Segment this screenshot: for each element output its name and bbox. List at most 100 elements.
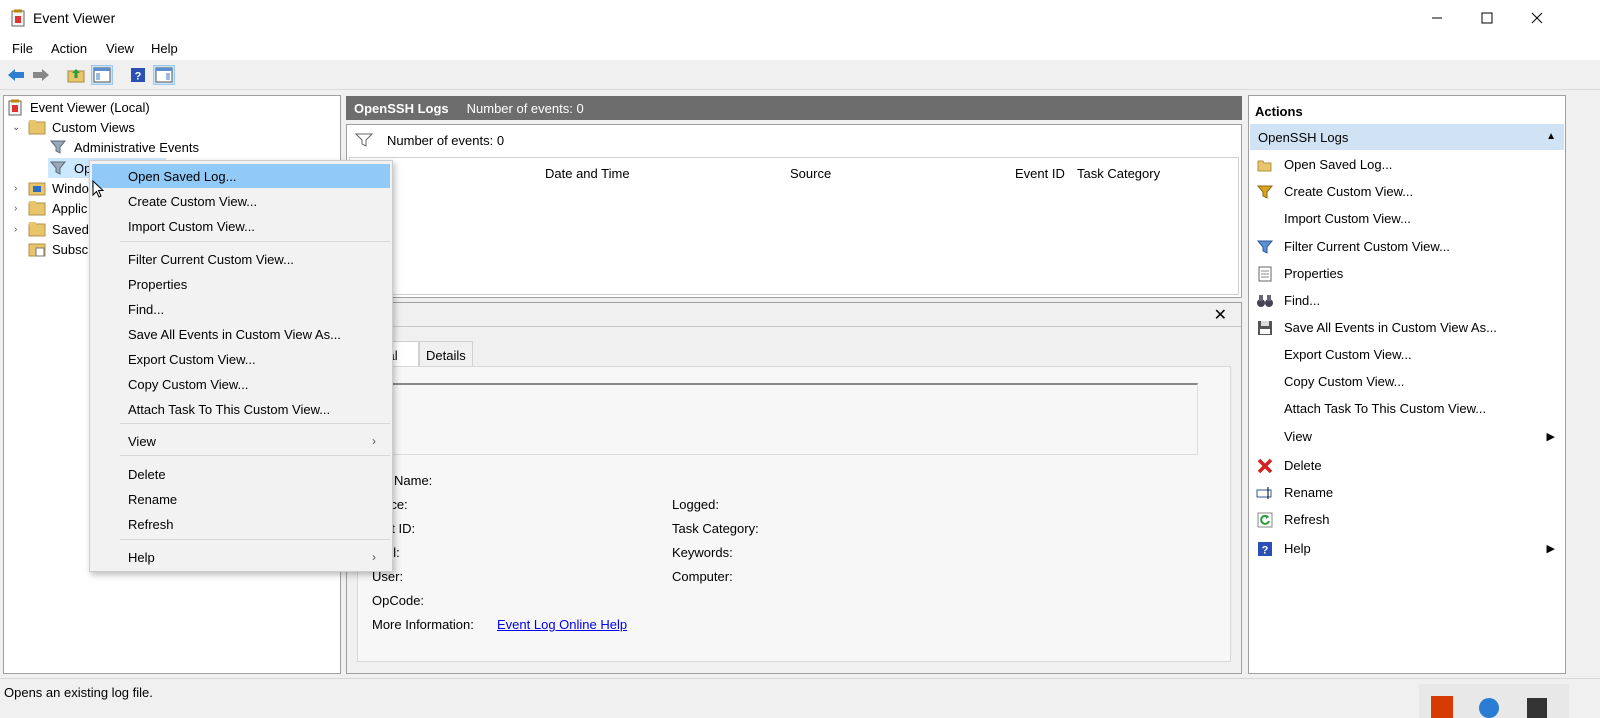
event-log-online-help-link[interactable]: Event Log Online Help [497, 617, 627, 632]
ctx-open-saved-log[interactable]: Open Saved Log... [92, 164, 390, 188]
maximize-button[interactable] [1462, 0, 1512, 36]
menu-item-label: Attach Task To This Custom View... [128, 401, 331, 417]
close-button[interactable] [1512, 0, 1562, 36]
action-properties[interactable]: Properties [1249, 260, 1565, 287]
chevron-right-icon[interactable]: › [14, 183, 24, 194]
ctx-refresh[interactable]: Refresh [92, 512, 390, 536]
action-delete[interactable]: Delete [1249, 452, 1565, 479]
action-export-custom-view[interactable]: Export Custom View... [1249, 341, 1565, 368]
ctx-copy-custom-view[interactable]: Copy Custom View... [92, 372, 390, 396]
tree-item-custom-views[interactable]: Custom Views [28, 117, 135, 137]
ctx-properties[interactable]: Properties [92, 272, 390, 296]
taskbar-app-icon[interactable] [1479, 698, 1499, 718]
show-hide-tree-button[interactable] [91, 65, 113, 85]
action-rename[interactable]: Rename [1249, 479, 1565, 506]
ctx-rename[interactable]: Rename [92, 487, 390, 511]
chevron-right-icon: › [372, 550, 376, 564]
ctx-view[interactable]: View › [92, 429, 390, 453]
ctx-save-all-events[interactable]: Save All Events in Custom View As... [92, 322, 390, 346]
action-save-all-events[interactable]: Save All Events in Custom View As... [1249, 314, 1565, 341]
ctx-help[interactable]: Help › [92, 545, 390, 569]
action-open-saved-log[interactable]: Open Saved Log... [1249, 151, 1565, 178]
folder-icon [28, 222, 46, 237]
taskbar-fragment [1419, 684, 1569, 718]
tab-details[interactable]: Details [419, 341, 473, 367]
details-header: ✕ [347, 303, 1241, 327]
ctx-find[interactable]: Find... [92, 297, 390, 321]
menu-file[interactable]: File [12, 41, 33, 56]
action-create-custom-view[interactable]: Create Custom View... [1249, 178, 1565, 205]
ctx-delete[interactable]: Delete [92, 462, 390, 486]
actions-pane: Actions OpenSSH Logs ▲ Open Saved Log...… [1248, 95, 1566, 674]
action-label: View [1284, 429, 1312, 444]
event-count: Number of events: 0 [466, 100, 584, 116]
folder-up-icon [67, 69, 85, 83]
log-name-label: Name: [394, 473, 433, 488]
taskbar-app-icon[interactable] [1527, 698, 1547, 718]
tree-item-event-viewer-local[interactable]: Event Viewer (Local) [8, 97, 150, 117]
menu-item-label: Save All Events in Custom View As... [128, 326, 341, 342]
column-header-task-category[interactable]: Task Category [1077, 166, 1160, 181]
close-details-icon[interactable]: ✕ [1214, 305, 1227, 325]
menu-item-label: Open Saved Log... [128, 168, 237, 184]
up-folder-button[interactable] [65, 65, 87, 85]
menu-item-label: Filter Current Custom View... [128, 251, 294, 267]
back-button[interactable] [5, 65, 27, 85]
action-help[interactable]: ? Help ▶ [1249, 535, 1565, 562]
ctx-export-custom-view[interactable]: Export Custom View... [92, 347, 390, 371]
minimize-button[interactable] [1412, 0, 1462, 36]
tree-label: Administrative Events [74, 139, 199, 155]
keywords-label: Keywords: [672, 545, 733, 560]
chevron-right-icon[interactable]: › [14, 203, 24, 214]
events-list-pane: Number of events: 0 Date and Time Source… [346, 124, 1242, 298]
column-header-source[interactable]: Source [790, 166, 831, 181]
action-label: Open Saved Log... [1284, 157, 1393, 172]
action-filter-current-custom-view[interactable]: Filter Current Custom View... [1249, 233, 1565, 260]
chevron-right-icon[interactable]: › [14, 224, 24, 235]
folder-icon [28, 201, 46, 216]
collapse-icon[interactable]: ▲ [1546, 131, 1556, 142]
column-header-event-id[interactable]: Event ID [1015, 166, 1065, 181]
help-button[interactable]: ? [127, 65, 149, 85]
actions-section-header[interactable]: OpenSSH Logs ▲ [1250, 124, 1564, 150]
folder-icon [28, 120, 46, 135]
tree-item-administrative-events[interactable]: Administrative Events [50, 137, 199, 157]
events-table[interactable]: Date and Time Source Event ID Task Categ… [349, 157, 1239, 295]
close-icon [1531, 12, 1543, 24]
ctx-filter-current-custom-view[interactable]: Filter Current Custom View... [92, 247, 390, 271]
event-viewer-icon [8, 99, 22, 115]
actions-section-label: OpenSSH Logs [1258, 129, 1349, 145]
action-refresh[interactable]: Refresh [1249, 506, 1565, 533]
menu-bar: File Action View Help [0, 36, 1600, 60]
tree-item-saved-logs[interactable]: Saved [28, 219, 89, 239]
menu-item-label: Create Custom View... [128, 193, 258, 209]
ctx-create-custom-view[interactable]: Create Custom View... [92, 189, 390, 213]
taskbar-app-icon[interactable] [1431, 696, 1453, 718]
menu-view[interactable]: View [106, 41, 134, 56]
action-import-custom-view[interactable]: Import Custom View... [1249, 205, 1565, 232]
action-attach-task[interactable]: Attach Task To This Custom View... [1249, 395, 1565, 422]
chevron-down-icon[interactable]: ⌄ [12, 122, 22, 133]
menu-separator [120, 241, 390, 242]
tree-item-applications-and-services-logs[interactable]: Applic [28, 198, 87, 218]
tree-item-windows-logs[interactable]: Windo [28, 178, 89, 198]
event-viewer-icon [11, 9, 25, 27]
menu-action[interactable]: Action [51, 41, 87, 56]
tree-label: Saved [52, 221, 89, 237]
subscriptions-icon [28, 243, 46, 257]
show-hide-action-pane-button[interactable] [153, 65, 175, 85]
action-label: Copy Custom View... [1284, 374, 1405, 389]
ctx-import-custom-view[interactable]: Import Custom View... [92, 214, 390, 238]
log-name: OpenSSH Logs [354, 100, 449, 116]
action-label: Attach Task To This Custom View... [1284, 401, 1487, 416]
tree-item-subscriptions[interactable]: Subsc [28, 239, 88, 259]
console-tree-icon [93, 67, 111, 83]
menu-help[interactable]: Help [151, 41, 178, 56]
more-information-label: More Information: [372, 617, 474, 632]
column-header-date-time[interactable]: Date and Time [545, 166, 630, 181]
action-copy-custom-view[interactable]: Copy Custom View... [1249, 368, 1565, 395]
ctx-attach-task[interactable]: Attach Task To This Custom View... [92, 397, 390, 421]
action-find[interactable]: Find... [1249, 287, 1565, 314]
forward-button[interactable] [30, 65, 52, 85]
action-view[interactable]: View ▶ [1249, 423, 1565, 450]
